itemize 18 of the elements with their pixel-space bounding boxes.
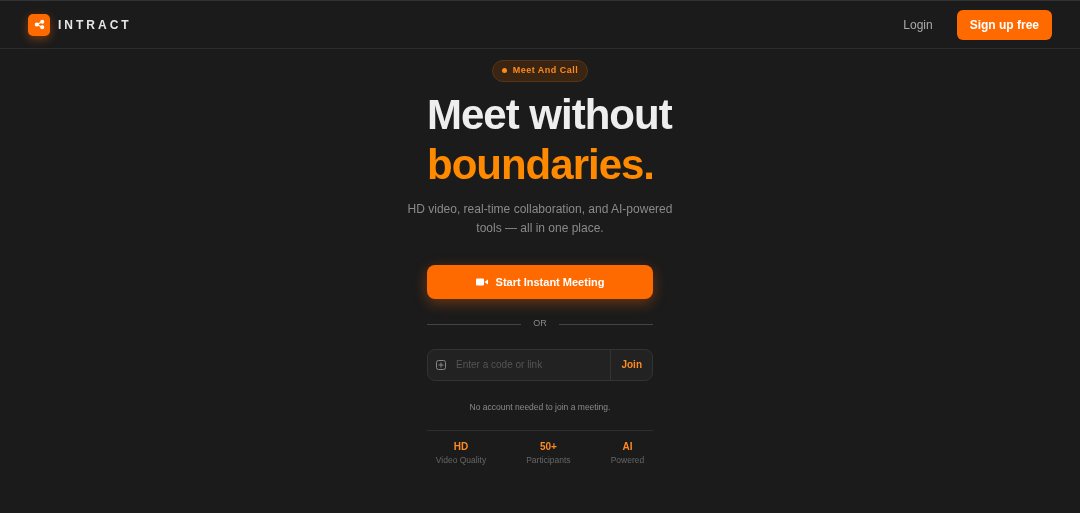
headline: Meet without bbox=[427, 89, 672, 140]
subtitle: HD video, real-time collaboration, and AI-powered tools — all in one place. bbox=[406, 201, 674, 237]
note-text: No account needed to join a meeting. bbox=[468, 400, 612, 414]
category-badge: Meet And Call bbox=[491, 60, 589, 82]
login-link[interactable]: Login bbox=[903, 15, 933, 34]
stat-label: Video Quality bbox=[435, 453, 487, 467]
headline-accent: boundaries. bbox=[427, 139, 655, 190]
stat-label: Participants bbox=[526, 453, 571, 467]
stat-value: 50+ bbox=[538, 439, 558, 454]
divider-label: OR bbox=[533, 317, 547, 331]
video-camera-icon bbox=[475, 278, 488, 287]
stat-value: HD bbox=[452, 439, 470, 454]
plus-square-icon bbox=[436, 359, 446, 370]
logo-icon bbox=[28, 13, 50, 36]
stat-label: Powered bbox=[610, 453, 645, 467]
stat-value: AI bbox=[621, 439, 634, 454]
brand-name: INTRACT bbox=[58, 16, 132, 34]
join-button[interactable]: Join bbox=[610, 349, 652, 380]
